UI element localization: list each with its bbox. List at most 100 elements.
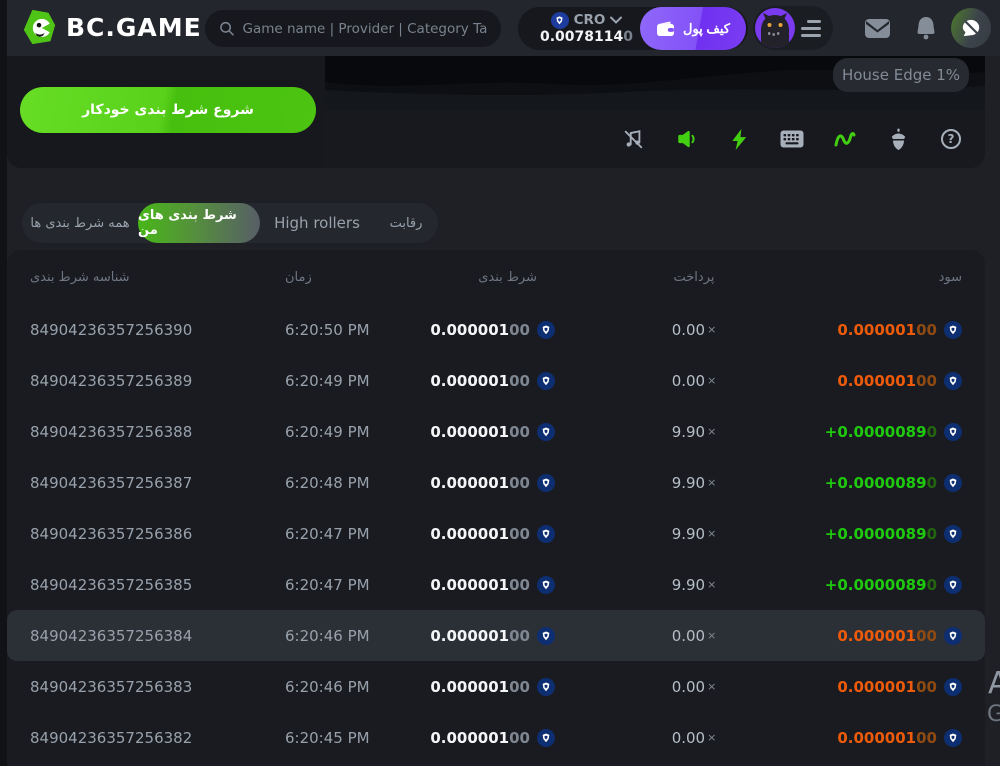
help-icon[interactable]: ? xyxy=(939,127,963,151)
cro-coin-icon xyxy=(537,372,555,390)
turbo-bolt-icon[interactable] xyxy=(727,127,751,151)
tab-all-bets[interactable]: همه شرط بندی ها xyxy=(22,203,138,243)
bet-time: 6:20:47 PM xyxy=(285,508,370,559)
cro-coin-icon xyxy=(944,525,962,543)
bet-payout: 9.90× xyxy=(634,508,754,559)
game-panel: House Edge 1% xyxy=(325,56,985,168)
chevron-down-icon xyxy=(610,16,622,24)
bet-profit: 0.00000100 xyxy=(837,661,962,712)
cro-coin-icon xyxy=(551,12,569,29)
bet-time: 6:20:49 PM xyxy=(285,355,370,406)
cro-coin-icon xyxy=(537,474,555,492)
rank-list-icon[interactable] xyxy=(801,20,821,37)
sound-icon[interactable] xyxy=(674,127,698,151)
cro-coin-icon xyxy=(944,423,962,441)
bet-time: 6:20:50 PM xyxy=(285,304,370,355)
top-header-bar: BC.GAME CRO 0.00781140 xyxy=(0,0,1000,56)
tab-race[interactable]: رقابت xyxy=(374,203,438,243)
bet-time: 6:20:48 PM xyxy=(285,457,370,508)
left-edge-strip xyxy=(0,0,7,766)
tab-high-rollers[interactable]: High rollers xyxy=(260,203,374,243)
bet-time: 6:20:45 PM xyxy=(285,712,370,763)
bet-profit: +0.00000890 xyxy=(825,457,962,508)
bet-amount: 0.00000100 xyxy=(397,508,555,559)
seed-icon[interactable] xyxy=(886,127,910,151)
bet-id: 84904236357256389 xyxy=(30,355,192,406)
house-edge-badge: House Edge 1% xyxy=(833,58,969,92)
wallet-icon xyxy=(656,21,675,37)
search-input[interactable] xyxy=(243,21,487,37)
bet-profit: 0.00000100 xyxy=(837,712,962,763)
bet-amount: 0.00000100 xyxy=(397,457,555,508)
header-bet: شرط بندی xyxy=(397,270,537,285)
bet-payout: 0.00× xyxy=(634,712,754,763)
game-search[interactable] xyxy=(205,10,501,47)
chat-disabled-icon[interactable] xyxy=(951,8,991,48)
table-row[interactable]: 84904236357256388 6:20:49 PM 0.00000100 … xyxy=(7,406,985,457)
bet-id: 84904236357256387 xyxy=(30,457,192,508)
bet-id: 84904236357256390 xyxy=(30,304,192,355)
bet-time: 6:20:49 PM xyxy=(285,406,370,457)
trends-icon[interactable] xyxy=(833,127,857,151)
bell-icon[interactable] xyxy=(915,0,937,56)
header-bet-id: شناسه شرط بندی xyxy=(30,270,130,285)
header-time: زمان xyxy=(285,270,312,285)
tab-my-bets[interactable]: شرط بندی های من xyxy=(138,203,260,243)
header-profit: سود xyxy=(939,270,962,285)
bet-amount: 0.00000100 xyxy=(397,406,555,457)
bet-amount: 0.00000100 xyxy=(397,610,555,661)
bet-payout: 9.90× xyxy=(634,406,754,457)
bet-profit: +0.00000890 xyxy=(825,406,962,457)
bet-payout: 9.90× xyxy=(634,559,754,610)
mail-icon[interactable] xyxy=(864,0,891,56)
balance-selector[interactable]: CRO 0.00781140 کیف پول xyxy=(518,7,748,50)
bet-id: 84904236357256386 xyxy=(30,508,192,559)
bet-id: 84904236357256383 xyxy=(30,661,192,712)
cro-coin-icon xyxy=(537,423,555,441)
cro-coin-icon xyxy=(537,627,555,645)
table-row[interactable]: 84904236357256382 6:20:45 PM 0.00000100 … xyxy=(7,712,985,763)
game-toolbar: ? xyxy=(325,110,985,168)
wallet-button-label: کیف پول xyxy=(683,21,730,37)
logo-text: BC.GAME xyxy=(66,13,202,42)
table-row[interactable]: 84904236357256386 6:20:47 PM 0.00000100 … xyxy=(7,508,985,559)
bet-payout: 0.00× xyxy=(634,661,754,712)
user-menu-group xyxy=(753,6,833,50)
search-icon xyxy=(219,20,235,37)
edge-cutoff-text-1: A xyxy=(988,666,1000,701)
cro-coin-icon xyxy=(944,678,962,696)
cro-coin-icon xyxy=(537,321,555,339)
bet-profit: +0.00000890 xyxy=(825,559,962,610)
cro-coin-icon xyxy=(537,678,555,696)
avatar[interactable] xyxy=(755,8,795,48)
cro-coin-icon xyxy=(944,372,962,390)
bet-payout: 9.90× xyxy=(634,457,754,508)
wallet-button[interactable]: کیف پول xyxy=(640,7,746,50)
bet-payout: 0.00× xyxy=(634,610,754,661)
table-row[interactable]: 84904236357256384 6:20:46 PM 0.00000100 … xyxy=(7,610,985,661)
bet-payout: 0.00× xyxy=(634,304,754,355)
bets-tab-bar: همه شرط بندی ها شرط بندی های من High rol… xyxy=(22,203,438,243)
bcgame-logo[interactable]: BC.GAME xyxy=(20,8,202,46)
table-row[interactable]: 84904236357256390 6:20:50 PM 0.00000100 … xyxy=(7,304,985,355)
table-body: 84904236357256390 6:20:50 PM 0.00000100 … xyxy=(7,304,985,763)
game-chart-canvas: House Edge 1% xyxy=(325,56,985,110)
start-autobet-button[interactable]: شروع شرط بندی خودکار xyxy=(20,87,316,133)
cro-coin-icon xyxy=(944,729,962,747)
edge-cutoff-text-2: G xyxy=(987,702,1000,727)
table-row[interactable]: 84904236357256385 6:20:47 PM 0.00000100 … xyxy=(7,559,985,610)
hotkeys-keyboard-icon[interactable] xyxy=(780,127,804,151)
cro-coin-icon xyxy=(537,576,555,594)
bet-profit: 0.00000100 xyxy=(837,355,962,406)
bet-time: 6:20:46 PM xyxy=(285,610,370,661)
cro-coin-icon xyxy=(944,474,962,492)
table-row[interactable]: 84904236357256383 6:20:46 PM 0.00000100 … xyxy=(7,661,985,712)
cro-coin-icon xyxy=(944,576,962,594)
bet-time: 6:20:46 PM xyxy=(285,661,370,712)
bet-id: 84904236357256382 xyxy=(30,712,192,763)
table-row[interactable]: 84904236357256389 6:20:49 PM 0.00000100 … xyxy=(7,355,985,406)
cro-coin-icon xyxy=(537,729,555,747)
bet-time: 6:20:47 PM xyxy=(285,559,370,610)
table-row[interactable]: 84904236357256387 6:20:48 PM 0.00000100 … xyxy=(7,457,985,508)
music-off-icon[interactable] xyxy=(621,127,645,151)
